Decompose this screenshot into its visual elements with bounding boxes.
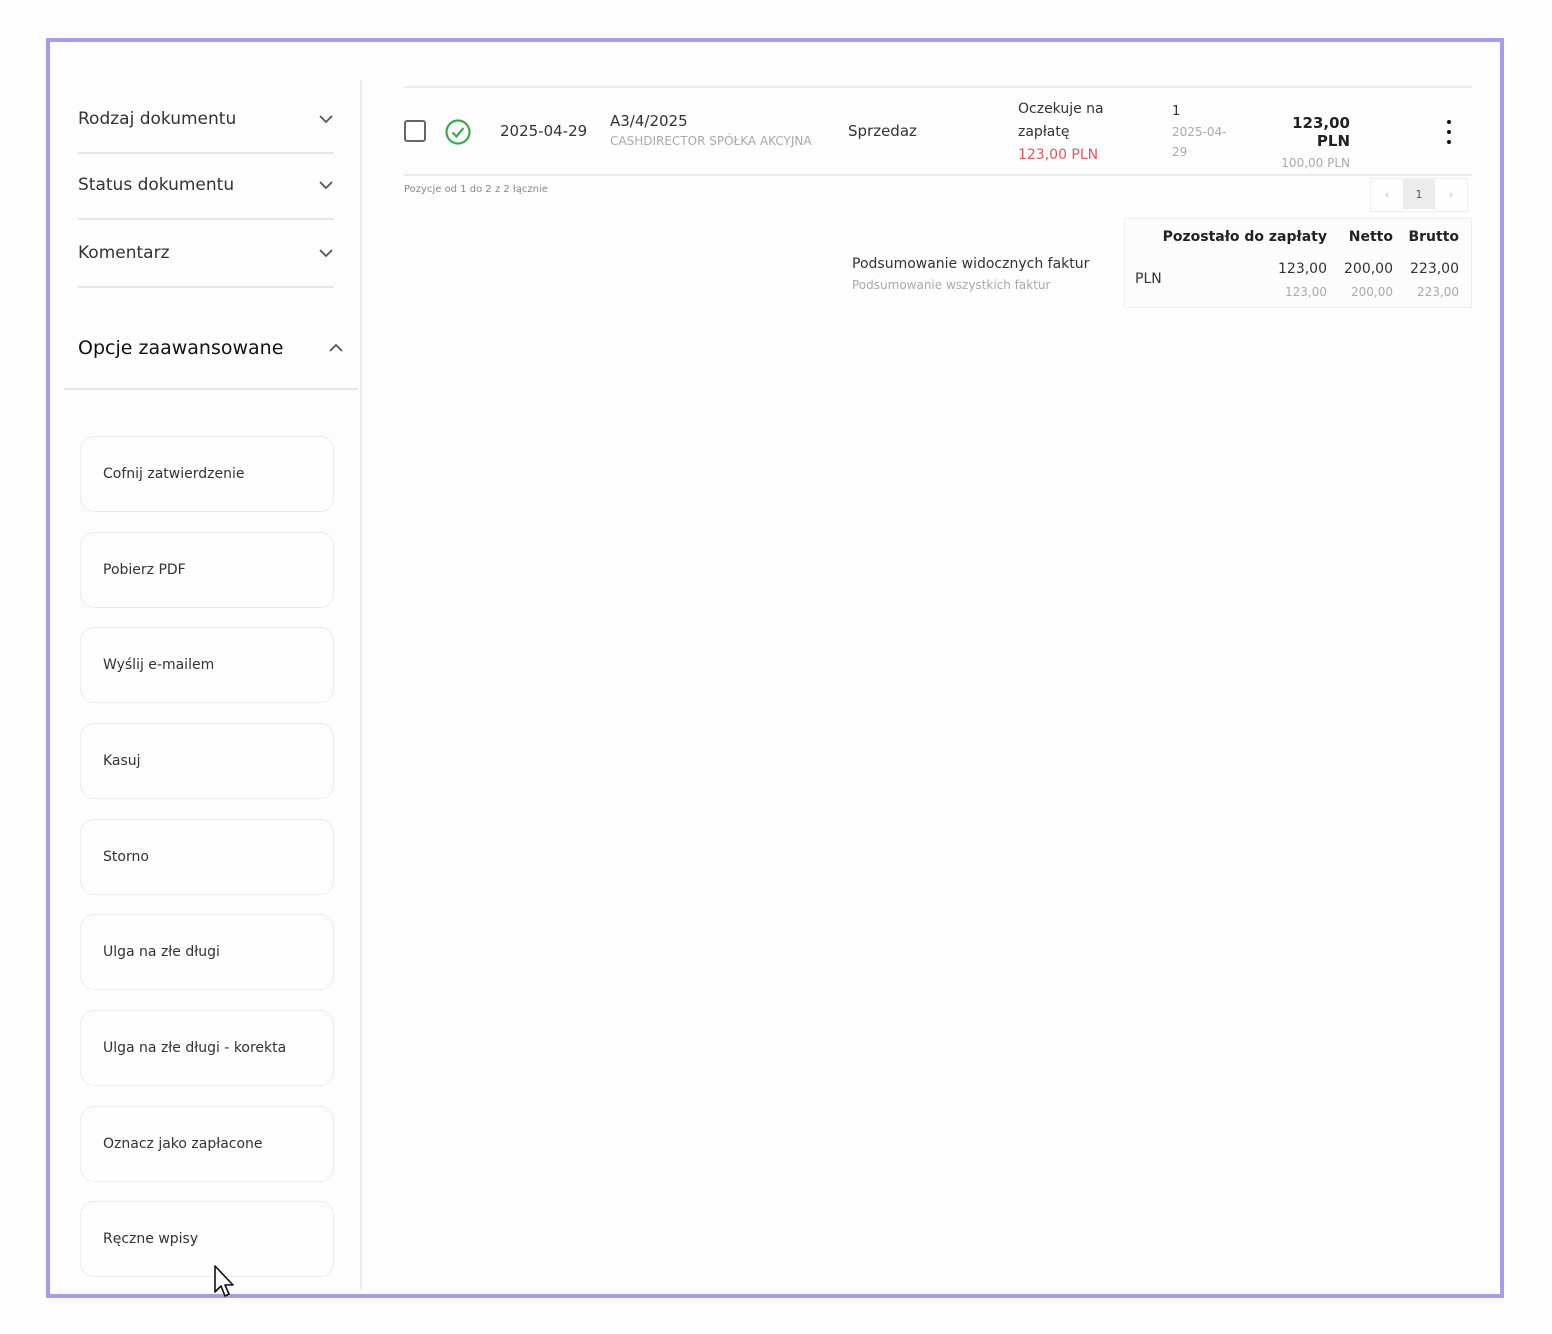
check-circle-icon [445, 119, 471, 145]
summary-table: Pozostało do zapłaty Netto Brutto PLN 12… [1124, 218, 1472, 308]
filter-document-status[interactable]: Status dokumentu [78, 152, 334, 220]
visible-summary-label: Podsumowanie widocznych faktur [852, 256, 1090, 272]
summary-labels: Podsumowanie widocznych faktur Podsumowa… [852, 256, 1089, 292]
app-frame: Rodzaj dokumentu Status dokumentu Koment… [46, 38, 1504, 1298]
header-net: Netto [1348, 229, 1393, 245]
status-text: Oczekuje na [1018, 101, 1104, 117]
net-amount: 100,00 PLN [1281, 156, 1350, 170]
pagination-info: Pozycje od 1 do 2 z 2 łącznie [404, 184, 548, 195]
divider [404, 86, 1472, 88]
all-summary-label: Podsumowanie wszystkich faktur [852, 278, 1051, 292]
header-gross: Brutto [1408, 229, 1459, 245]
visible-remaining: 123,00 [1278, 261, 1327, 277]
visible-gross: 223,00 [1410, 261, 1459, 277]
count: 1 [1172, 104, 1181, 119]
main-content: 2025-04-29 A3/4/2025 CASHDIRECTOR SPÓŁKA… [404, 42, 1474, 1294]
row-checkbox[interactable] [404, 120, 426, 142]
storno-button[interactable]: Storno [80, 819, 334, 895]
all-remaining: 123,00 [1285, 285, 1327, 299]
chevron-down-icon [319, 181, 333, 190]
all-net: 200,00 [1351, 285, 1393, 299]
bad-debt-relief-correction-button[interactable]: Ulga na złe długi - korekta [80, 1010, 334, 1086]
page-button-1[interactable]: 1 [1403, 179, 1435, 209]
status-text: zapłatę [1018, 124, 1070, 140]
all-gross: 223,00 [1417, 285, 1459, 299]
advanced-options-toggle[interactable]: Opcje zaawansowane [78, 330, 344, 366]
due-date: 29 [1172, 145, 1188, 159]
due-date: 2025-04- [1172, 125, 1227, 139]
due-cell: 1 2025-04- 29 [1172, 102, 1226, 162]
bad-debt-relief-button[interactable]: Ulga na złe długi [80, 914, 334, 990]
filter-label: Komentarz [78, 243, 170, 263]
invoice-number[interactable]: A3/4/2025 [610, 112, 812, 130]
manual-entries-button[interactable]: Ręczne wpisy [80, 1201, 334, 1277]
prev-page-button[interactable]: ‹ [1371, 179, 1403, 209]
delete-button[interactable]: Kasuj [80, 723, 334, 799]
header-remaining: Pozostało do zapłaty [1162, 229, 1327, 245]
table-row[interactable]: 2025-04-29 A3/4/2025 CASHDIRECTOR SPÓŁKA… [404, 98, 1472, 178]
filter-comment[interactable]: Komentarz [78, 220, 334, 288]
download-pdf-button[interactable]: Pobierz PDF [80, 532, 334, 608]
invoice-status-cell: Oczekuje na zapłatę 123,00 PLN [1018, 98, 1104, 167]
filter-document-type[interactable]: Rodzaj dokumentu [78, 86, 334, 154]
gross-amount: 123,00 PLN [1292, 114, 1350, 150]
undo-approval-button[interactable]: Cofnij zatwierdzenie [80, 436, 334, 512]
currency: PLN [1135, 271, 1162, 287]
chevron-down-icon [319, 115, 333, 124]
invoice-number-cell: A3/4/2025 CASHDIRECTOR SPÓŁKA AKCYJNA [610, 112, 812, 148]
amount-cell: 123,00 PLN 100,00 PLN [1262, 114, 1350, 170]
sidebar-divider [360, 80, 362, 1290]
chevron-down-icon [319, 249, 333, 258]
invoice-date: 2025-04-29 [500, 122, 588, 140]
remaining-amount: 123,00 PLN [1018, 147, 1099, 163]
divider [404, 174, 1472, 176]
invoice-company: CASHDIRECTOR SPÓŁKA AKCYJNA [610, 134, 812, 148]
pagination: ‹ 1 › [1370, 178, 1468, 212]
divider [64, 388, 358, 390]
next-page-button[interactable]: › [1435, 179, 1467, 209]
filter-label: Rodzaj dokumentu [78, 109, 237, 129]
invoice-type: Sprzedaz [848, 122, 917, 140]
mouse-cursor-icon [214, 1265, 234, 1297]
sidebar: Rodzaj dokumentu Status dokumentu Koment… [50, 42, 362, 1294]
advanced-options-label: Opcje zaawansowane [78, 337, 284, 359]
more-menu-icon[interactable] [1444, 120, 1454, 144]
filter-label: Status dokumentu [78, 175, 235, 195]
mark-as-paid-button[interactable]: Oznacz jako zapłacone [80, 1106, 334, 1182]
chevron-up-icon [329, 343, 343, 352]
visible-net: 200,00 [1344, 261, 1393, 277]
send-email-button[interactable]: Wyślij e-mailem [80, 627, 334, 703]
